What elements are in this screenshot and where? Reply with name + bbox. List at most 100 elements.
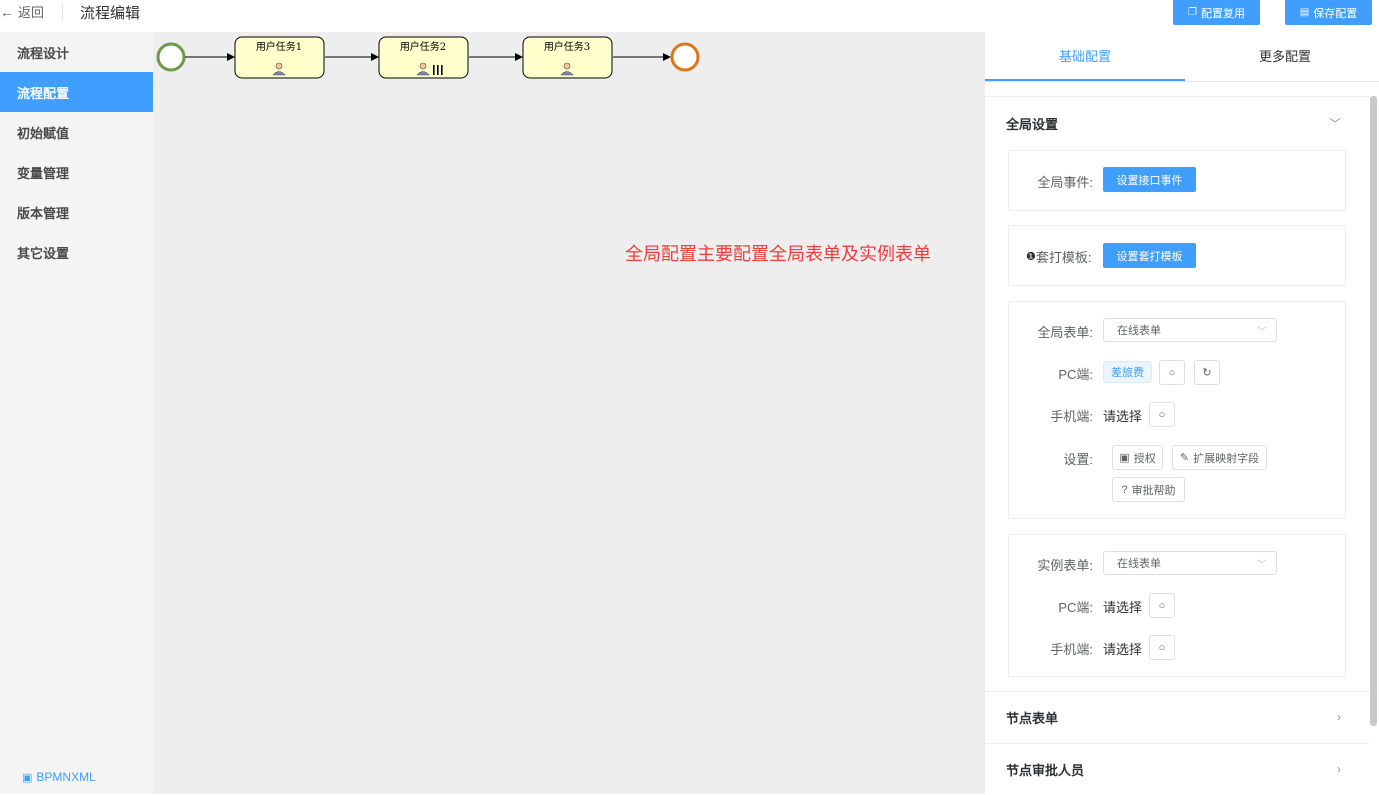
search-icon: ○ [1158,641,1166,654]
sidebar-item-label: 流程设计 [17,45,70,61]
copy-config-button[interactable]: ❐ 配置复用 [1173,0,1260,25]
file-icon: ▣ [22,771,33,784]
instance-form-select-value: 在线表单 [1117,558,1161,570]
sidebar-item-label: 变量管理 [17,165,70,181]
approval-help-label: 审批帮助 [1131,484,1176,497]
approval-help-button[interactable]: ? 审批帮助 [1112,477,1185,502]
chevron-right-icon: › [1337,710,1341,724]
reset-pc-form-button[interactable]: ↻ [1194,360,1220,385]
user-task-3[interactable]: 用户任务3 [522,36,613,79]
print-template-label: ❶ 套打模板: [1026,247,1092,266]
header-divider [62,4,63,20]
document-icon: ▤ [1299,7,1310,18]
global-event-box: 全局事件: 设置接口事件 [1008,150,1346,211]
sidebar-item-process-config[interactable]: 流程配置 [0,72,153,112]
mobile-form-value: 请选择 [1103,409,1143,424]
set-interface-event-button[interactable]: 设置接口事件 [1103,167,1196,192]
sidebar-item-versions[interactable]: 版本管理 [0,192,153,232]
mobile-form-label: 手机端: [1050,409,1093,424]
search-icon: ○ [1158,408,1166,421]
extend-mapping-button[interactable]: ✎ 扩展映射字段 [1172,445,1267,470]
search-pc-form-button[interactable]: ○ [1159,360,1185,385]
sidebar-item-other-settings[interactable]: 其它设置 [0,232,153,272]
settings-label: 设置: [1063,452,1093,467]
chevron-down-icon: ﹀ [1257,560,1267,571]
instance-pc-label: PC端: [1058,600,1093,615]
instance-form-label: 实例表单: [1037,558,1093,573]
copy-icon: ❐ [1188,7,1197,18]
exclamation-circle-icon: ❶ [1026,251,1036,263]
tab-basic-config[interactable]: 基础配置 [985,32,1185,82]
section-title: 全局设置 [1006,116,1059,132]
process-canvas[interactable]: 用户任务1 用户任务2 用户任务3 全局配置主要配置全局表单及实例表单 [153,32,985,794]
active-tab-indicator [985,79,1185,81]
section-title: 节点表单 [1006,710,1059,726]
process-diagram: 用户任务1 用户任务2 用户任务3 [156,36,700,79]
print-template-box: ❶ 套打模板: 设置套打模板 [1008,225,1346,286]
node-approver-header[interactable]: 节点审批人员 › [985,743,1369,795]
instance-mobile-value: 请选择 [1103,642,1143,657]
chevron-right-icon: › [1337,762,1341,776]
panel-scrollbar[interactable] [1370,96,1377,726]
global-form-select-value: 在线表单 [1117,325,1161,337]
bpmn-xml-link[interactable]: ▣ BPMNXML [22,770,96,784]
sidebar-item-label: 其它设置 [17,245,70,261]
edit-icon: ✎ [1179,452,1190,464]
sidebar-item-label: 初始赋值 [17,125,70,141]
save-config-button[interactable]: ▤ 保存配置 [1285,0,1372,25]
chevron-down-icon: ﹀ [1257,327,1267,338]
pc-form-tag[interactable]: 差旅费 [1103,361,1152,383]
arrow-left-icon: ← [0,3,14,20]
bpmn-xml-label: BPMNXML [36,770,96,784]
annotation-text: 全局配置主要配置全局表单及实例表单 [625,244,931,264]
back-label: 返回 [18,5,45,20]
pc-form-label: PC端: [1058,367,1093,382]
search-icon: ○ [1168,366,1176,379]
copy-config-label: 配置复用 [1200,7,1245,20]
search-instance-mobile-button[interactable]: ○ [1149,635,1175,660]
authorize-button[interactable]: ▣ 授权 [1112,445,1163,470]
global-form-label: 全局表单: [1037,325,1093,340]
instance-pc-value: 请选择 [1103,600,1143,615]
authorize-label: 授权 [1133,452,1156,465]
end-event[interactable] [670,42,700,72]
instance-form-select[interactable]: 在线表单 ﹀ [1103,551,1277,575]
search-instance-pc-button[interactable]: ○ [1149,593,1175,618]
config-panel: 基础配置 更多配置 全局设置 ﹀ 全局事件: 设置接口事件 ❶ 套打模板: 设置… [985,32,1379,794]
chevron-down-icon: ﹀ [1328,116,1341,131]
global-settings-header[interactable]: 全局设置 ﹀ [985,97,1369,149]
global-event-label: 全局事件: [1037,175,1093,190]
top-bar: ← 返回 流程编辑 ❐ 配置复用 ▤ 保存配置 [0,0,1379,32]
page-title: 流程编辑 [80,5,141,22]
user-task-2[interactable]: 用户任务2 [378,36,469,79]
search-mobile-form-button[interactable]: ○ [1149,402,1175,427]
instance-mobile-label: 手机端: [1050,642,1093,657]
parallel-multi-instance-icon [433,65,443,75]
print-template-label-text: 套打模板: [1035,250,1092,265]
set-print-template-button[interactable]: 设置套打模板 [1103,243,1196,268]
save-config-label: 保存配置 [1313,7,1358,20]
sidebar-item-variables[interactable]: 变量管理 [0,152,153,192]
start-event[interactable] [156,42,186,72]
task-label: 用户任务3 [544,40,590,53]
task-label: 用户任务2 [400,40,446,53]
back-button[interactable]: ← 返回 [0,2,44,21]
instance-form-box: 实例表单: 在线表单 ﹀ PC端: 请选择 ○ 手机端: 请选择 ○ [1008,534,1346,677]
refresh-icon: ↻ [1202,367,1212,379]
user-task-1[interactable]: 用户任务1 [234,36,325,79]
node-form-header[interactable]: 节点表单 › [985,691,1369,743]
sidebar-item-initial-values[interactable]: 初始赋值 [0,112,153,152]
config-tabs: 基础配置 更多配置 [985,32,1379,82]
question-circle-icon: ? [1121,483,1128,496]
tab-more-config[interactable]: 更多配置 [1185,32,1379,82]
extend-mapping-label: 扩展映射字段 [1193,452,1260,465]
global-form-select[interactable]: 在线表单 ﹀ [1103,318,1277,342]
task-label: 用户任务1 [256,40,302,53]
id-card-icon: ▣ [1119,452,1130,464]
sidebar: 流程设计 流程配置 初始赋值 变量管理 版本管理 其它设置 ▣ BPMNXML [0,32,153,794]
sidebar-item-process-design[interactable]: 流程设计 [0,32,153,72]
global-form-box: 全局表单: 在线表单 ﹀ PC端: 差旅费 ○ ↻ 手机端: 请选择 ○ 设置:… [1008,301,1346,519]
search-icon: ○ [1158,599,1166,612]
sidebar-item-label: 流程配置 [17,85,70,101]
sidebar-item-label: 版本管理 [17,205,70,221]
